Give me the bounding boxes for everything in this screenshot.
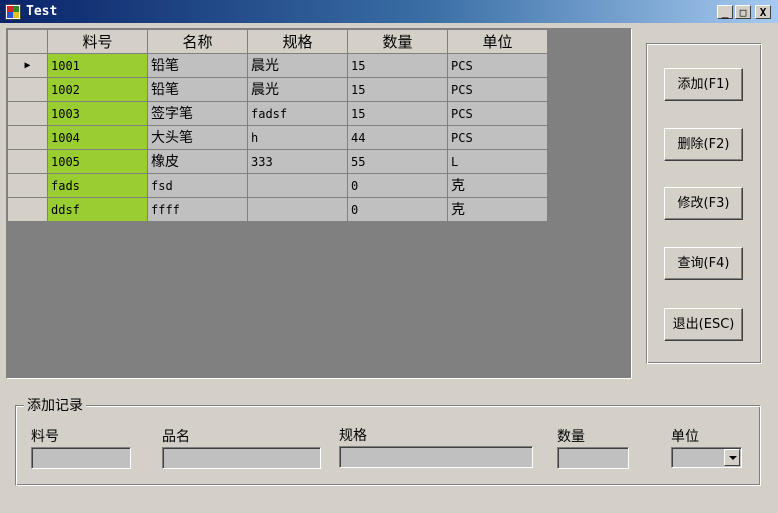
- edit-button[interactable]: 修改(F3): [664, 187, 743, 220]
- cell-spec[interactable]: h: [248, 126, 348, 150]
- cell-qty[interactable]: 0: [348, 174, 448, 198]
- cell-qty[interactable]: 55: [348, 150, 448, 174]
- table-row[interactable]: fads fsd 0 克: [8, 174, 548, 198]
- spec-label: 规格: [339, 428, 367, 444]
- table-row[interactable]: ddsf ffff 0 克: [8, 198, 548, 222]
- row-header[interactable]: [8, 150, 48, 174]
- cell-code[interactable]: ddsf: [48, 198, 148, 222]
- minimize-button[interactable]: _: [717, 5, 733, 19]
- grid-header-row: 料号 名称 规格 数量 单位: [8, 30, 548, 54]
- row-header[interactable]: [8, 78, 48, 102]
- cell-qty[interactable]: 44: [348, 126, 448, 150]
- code-field[interactable]: [31, 447, 131, 469]
- cell-qty[interactable]: 15: [348, 78, 448, 102]
- window-title: Test: [26, 4, 58, 19]
- cell-spec[interactable]: [248, 198, 348, 222]
- row-header[interactable]: [8, 102, 48, 126]
- name-field[interactable]: [162, 447, 321, 469]
- column-header-unit[interactable]: 单位: [448, 30, 548, 54]
- row-header[interactable]: [8, 198, 48, 222]
- row-header-current[interactable]: ▶: [8, 54, 48, 78]
- table-row[interactable]: ▶ 1001 铅笔 晨光 15 PCS: [8, 54, 548, 78]
- grid-corner-header[interactable]: [8, 30, 48, 54]
- cell-unit[interactable]: 克: [448, 198, 548, 222]
- table-row[interactable]: 1003 签字笔 fadsf 15 PCS: [8, 102, 548, 126]
- cell-spec[interactable]: 333: [248, 150, 348, 174]
- cell-code[interactable]: 1005: [48, 150, 148, 174]
- cell-qty[interactable]: 15: [348, 54, 448, 78]
- column-header-spec[interactable]: 规格: [248, 30, 348, 54]
- qty-label: 数量: [557, 429, 585, 445]
- cell-spec[interactable]: fadsf: [248, 102, 348, 126]
- cell-name[interactable]: fsd: [148, 174, 248, 198]
- cell-code[interactable]: 1001: [48, 54, 148, 78]
- cell-unit[interactable]: 克: [448, 174, 548, 198]
- cell-code[interactable]: 1002: [48, 78, 148, 102]
- delete-button[interactable]: 删除(F2): [664, 128, 743, 161]
- unit-select[interactable]: [671, 447, 742, 468]
- cell-unit[interactable]: PCS: [448, 54, 548, 78]
- qty-field[interactable]: [557, 447, 629, 469]
- table-row[interactable]: 1005 橡皮 333 55 L: [8, 150, 548, 174]
- cell-unit[interactable]: PCS: [448, 102, 548, 126]
- cell-qty[interactable]: 15: [348, 102, 448, 126]
- cell-name[interactable]: 大头笔: [148, 126, 248, 150]
- name-label: 品名: [162, 429, 190, 445]
- cell-code[interactable]: 1004: [48, 126, 148, 150]
- add-record-legend: 添加记录: [24, 397, 86, 415]
- cell-name[interactable]: 铅笔: [148, 54, 248, 78]
- data-grid[interactable]: 料号 名称 规格 数量 单位 ▶ 1001 铅笔 晨光 15 PCS 1002 …: [6, 28, 632, 379]
- exit-button[interactable]: 退出(ESC): [664, 308, 743, 341]
- column-header-qty[interactable]: 数量: [348, 30, 448, 54]
- cell-code[interactable]: fads: [48, 174, 148, 198]
- title-bar: Test _ □ X: [0, 0, 778, 24]
- cell-spec[interactable]: 晨光: [248, 54, 348, 78]
- cell-code[interactable]: 1003: [48, 102, 148, 126]
- add-button[interactable]: 添加(F1): [664, 68, 743, 101]
- cell-unit[interactable]: L: [448, 150, 548, 174]
- maximize-button[interactable]: □: [735, 5, 751, 19]
- spec-field[interactable]: [339, 446, 533, 468]
- code-label: 料号: [31, 429, 59, 445]
- unit-label: 单位: [671, 429, 699, 445]
- cell-name[interactable]: ffff: [148, 198, 248, 222]
- table-row[interactable]: 1004 大头笔 h 44 PCS: [8, 126, 548, 150]
- column-header-code[interactable]: 料号: [48, 30, 148, 54]
- cell-qty[interactable]: 0: [348, 198, 448, 222]
- row-header[interactable]: [8, 174, 48, 198]
- current-row-arrow-icon: ▶: [24, 60, 31, 71]
- close-button[interactable]: X: [755, 5, 771, 19]
- cell-name[interactable]: 铅笔: [148, 78, 248, 102]
- cell-name[interactable]: 橡皮: [148, 150, 248, 174]
- cell-unit[interactable]: PCS: [448, 126, 548, 150]
- cell-name[interactable]: 签字笔: [148, 102, 248, 126]
- cell-spec[interactable]: [248, 174, 348, 198]
- chevron-down-icon[interactable]: [724, 449, 740, 466]
- app-icon: [5, 4, 21, 20]
- cell-unit[interactable]: PCS: [448, 78, 548, 102]
- table-row[interactable]: 1002 铅笔 晨光 15 PCS: [8, 78, 548, 102]
- query-button[interactable]: 查询(F4): [664, 247, 743, 280]
- row-header[interactable]: [8, 126, 48, 150]
- cell-spec[interactable]: 晨光: [248, 78, 348, 102]
- column-header-name[interactable]: 名称: [148, 30, 248, 54]
